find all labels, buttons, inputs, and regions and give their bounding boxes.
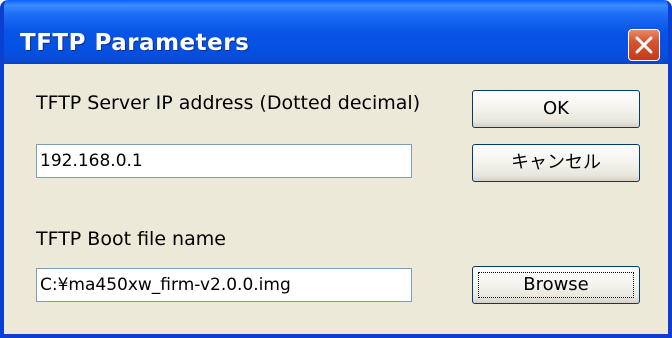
close-button[interactable]	[628, 29, 660, 61]
cancel-button[interactable]: キャンセル	[472, 144, 640, 182]
boot-file-input[interactable]: C:¥ma450xw_firm-v2.0.0.img	[36, 268, 412, 302]
boot-file-label: TFTP Boot file name	[36, 228, 226, 250]
dialog-title: TFTP Parameters	[20, 30, 250, 56]
browse-button[interactable]: Browse	[472, 266, 640, 304]
close-icon	[635, 36, 653, 54]
title-bar[interactable]: TFTP Parameters	[4, 0, 668, 64]
server-ip-input[interactable]: 192.168.0.1	[36, 144, 412, 178]
browse-focus-ring: Browse	[478, 272, 634, 298]
cancel-button-label: キャンセル	[511, 152, 601, 173]
server-ip-label: TFTP Server IP address (Dotted decimal)	[36, 92, 421, 114]
tftp-parameters-dialog: TFTP Parameters TFTP Server IP address (…	[0, 0, 672, 338]
ok-button[interactable]: OK	[472, 90, 640, 128]
dialog-body: TFTP Server IP address (Dotted decimal) …	[4, 64, 668, 334]
browse-button-label: Browse	[523, 274, 589, 295]
ok-button-label: OK	[543, 98, 569, 119]
